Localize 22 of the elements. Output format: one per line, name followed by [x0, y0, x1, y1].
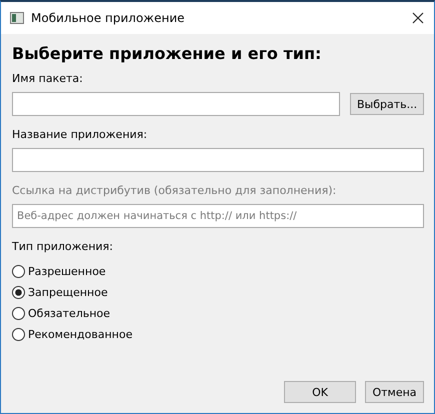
- input-field[interactable]: Веб-адрес должен начинаться с http:// или https://: [12, 204, 424, 228]
- input-field[interactable]: [12, 92, 340, 116]
- window-title: Мобильное приложение: [31, 11, 186, 25]
- field-label: Название приложения:: [12, 128, 148, 141]
- dialog-heading: Выберите приложение и его тип:: [12, 44, 322, 63]
- input-field[interactable]: [12, 148, 424, 172]
- close-icon[interactable]: [412, 12, 424, 24]
- radio-button[interactable]: [12, 286, 25, 299]
- field-label: Тип приложения:: [12, 240, 114, 253]
- field-label: Ссылка на дистрибутив (обязательно для заполнения):: [12, 184, 338, 197]
- radio-label[interactable]: Рекомендованное: [28, 328, 132, 341]
- radio-label[interactable]: Обязательное: [28, 307, 110, 320]
- field-label: Имя пакета:: [12, 72, 84, 85]
- browse-button[interactable]: Выбрать...: [350, 93, 424, 115]
- cancel-button[interactable]: Отмена: [365, 381, 424, 403]
- app-icon: [10, 12, 24, 24]
- radio-button[interactable]: [12, 265, 25, 278]
- ok-button[interactable]: OK: [284, 381, 356, 403]
- radio-label[interactable]: Разрешенное: [28, 265, 106, 278]
- radio-button[interactable]: [12, 328, 25, 341]
- radio-label[interactable]: Запрещенное: [28, 286, 108, 299]
- radio-button[interactable]: [12, 307, 25, 320]
